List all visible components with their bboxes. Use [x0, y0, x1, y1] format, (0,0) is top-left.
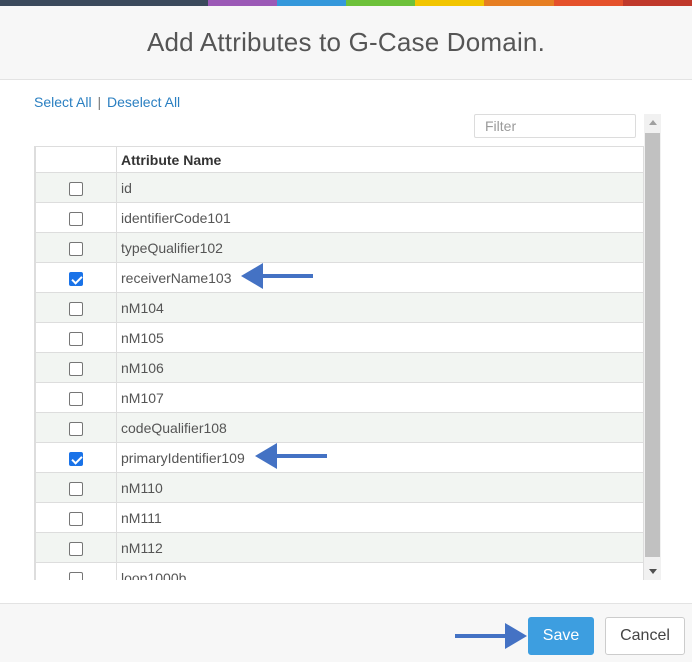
checkbox-cell — [35, 322, 117, 353]
table-row[interactable]: identifierCode101 — [35, 202, 644, 233]
annotation-arrow-icon — [241, 263, 313, 289]
attribute-name-cell: id — [116, 172, 644, 203]
annotation-arrow-icon — [255, 443, 327, 469]
checkbox-column-header — [35, 146, 117, 173]
table-row[interactable]: receiverName103 — [35, 262, 644, 293]
table-scrollbar[interactable] — [644, 114, 661, 580]
attribute-name-cell: nM104 — [116, 292, 644, 323]
checkbox-cell — [35, 502, 117, 533]
filter-input[interactable] — [474, 114, 636, 138]
dialog-header: Add Attributes to G-Case Domain. — [0, 6, 692, 80]
scroll-down-arrow[interactable] — [644, 563, 661, 580]
attribute-name-cell: nM111 — [116, 502, 644, 533]
table-header-row: Attribute Name — [35, 146, 644, 173]
attribute-table-container[interactable]: Attribute Name id identifierCode101 typeQu… — [34, 146, 644, 580]
select-all-link[interactable]: Select All — [34, 94, 92, 110]
table-row[interactable]: nM104 — [35, 292, 644, 323]
row-checkbox[interactable] — [69, 541, 83, 556]
attribute-name-cell: nM110 — [116, 472, 644, 503]
row-checkbox[interactable] — [69, 511, 83, 526]
deselect-all-link[interactable]: Deselect All — [107, 94, 180, 110]
row-checkbox[interactable] — [69, 451, 83, 466]
cancel-button[interactable]: Cancel — [605, 617, 685, 655]
table-row[interactable]: nM106 — [35, 352, 644, 383]
dialog-title: Add Attributes to G-Case Domain. — [146, 27, 546, 57]
row-checkbox[interactable] — [69, 421, 83, 436]
row-checkbox[interactable] — [69, 361, 83, 376]
row-checkbox[interactable] — [69, 301, 83, 316]
attribute-name-cell: receiverName103 — [116, 262, 644, 293]
row-checkbox[interactable] — [69, 391, 83, 406]
row-checkbox[interactable] — [69, 211, 83, 226]
checkbox-cell — [35, 412, 117, 443]
attribute-name-cell: nM106 — [116, 352, 644, 383]
row-checkbox[interactable] — [69, 271, 83, 286]
checkbox-cell — [35, 262, 117, 293]
row-checkbox[interactable] — [69, 331, 83, 346]
checkbox-cell — [35, 292, 117, 323]
scroll-up-arrow[interactable] — [644, 114, 661, 131]
attribute-name-cell: codeQualifier108 — [116, 412, 644, 443]
table-row[interactable]: codeQualifier108 — [35, 412, 644, 443]
row-checkbox[interactable] — [69, 181, 83, 196]
table-row[interactable]: nM105 — [35, 322, 644, 353]
row-checkbox[interactable] — [69, 571, 83, 580]
table-row[interactable]: loop1000b — [35, 562, 644, 580]
annotation-arrow-icon — [455, 623, 527, 649]
attribute-name-cell: nM107 — [116, 382, 644, 413]
attribute-name-cell: nM105 — [116, 322, 644, 353]
dialog-footer: Save Cancel — [0, 603, 692, 662]
checkbox-cell — [35, 442, 117, 473]
checkbox-cell — [35, 352, 117, 383]
scrollbar-thumb[interactable] — [645, 133, 660, 557]
row-checkbox[interactable] — [69, 481, 83, 496]
attribute-table: Attribute Name id identifierCode101 typeQu… — [35, 146, 644, 580]
link-separator: | — [97, 94, 102, 110]
attribute-name-header: Attribute Name — [116, 146, 644, 173]
selection-links: Select All | Deselect All — [34, 94, 180, 110]
checkbox-cell — [35, 202, 117, 233]
table-row[interactable]: nM111 — [35, 502, 644, 533]
table-row[interactable]: id — [35, 172, 644, 203]
table-row[interactable]: nM107 — [35, 382, 644, 413]
attribute-name-cell: typeQualifier102 — [116, 232, 644, 263]
checkbox-cell — [35, 232, 117, 263]
checkbox-cell — [35, 382, 117, 413]
attribute-name-cell: primaryIdentifier109 — [116, 442, 644, 473]
attribute-name-cell: identifierCode101 — [116, 202, 644, 233]
attribute-name-cell: nM112 — [116, 532, 644, 563]
checkbox-cell — [35, 172, 117, 203]
table-row[interactable]: typeQualifier102 — [35, 232, 644, 263]
attribute-name-cell: loop1000b — [116, 562, 644, 580]
checkbox-cell — [35, 472, 117, 503]
save-button[interactable]: Save — [528, 617, 594, 655]
checkbox-cell — [35, 562, 117, 580]
row-checkbox[interactable] — [69, 241, 83, 256]
table-row[interactable]: primaryIdentifier109 — [35, 442, 644, 473]
checkbox-cell — [35, 532, 117, 563]
table-row[interactable]: nM110 — [35, 472, 644, 503]
table-row[interactable]: nM112 — [35, 532, 644, 563]
